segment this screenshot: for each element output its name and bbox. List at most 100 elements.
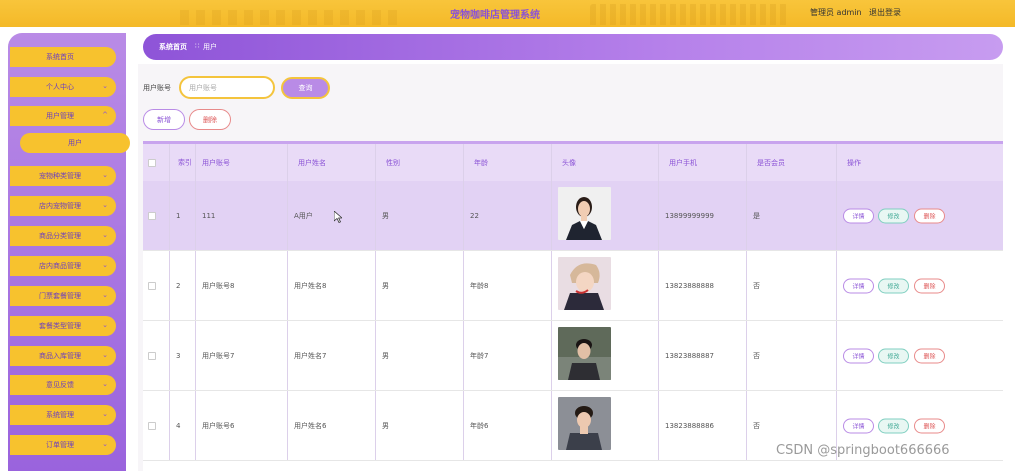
row-checkbox[interactable] <box>148 281 156 290</box>
admin-label: 管理员 admin <box>810 8 862 17</box>
chevron-down-icon: ⌄ <box>102 201 108 209</box>
sidebar-item-user-management[interactable]: 用户管理 ^ <box>10 106 116 126</box>
chevron-down-icon: ⌄ <box>102 231 108 239</box>
cell-actions: 详情 修改 删除 <box>837 181 1003 250</box>
mouse-cursor-icon <box>334 211 342 223</box>
cell-member: 是 <box>747 181 837 250</box>
watermark: CSDN @springboot666666 <box>776 443 950 458</box>
app-title: 宠物咖啡店管理系统 <box>450 10 540 21</box>
breadcrumb-home[interactable]: 系统首页 <box>159 42 187 52</box>
sidebar-item-label: 订单管理 <box>46 441 74 449</box>
chevron-down-icon: ⌄ <box>102 261 108 269</box>
cell-age: 年龄6 <box>464 391 552 460</box>
sidebar-item-label: 个人中心 <box>46 83 74 91</box>
cell-index: 1 <box>170 181 196 250</box>
breadcrumb-current: 用户 <box>203 43 217 51</box>
sidebar-item-label: 套餐类型管理 <box>39 322 81 330</box>
sidebar-item-store-products[interactable]: 店内商品管理 ⌄ <box>10 256 116 276</box>
edit-button[interactable]: 修改 <box>878 278 909 293</box>
select-all-checkbox[interactable] <box>148 158 156 167</box>
sidebar-item-store-pets[interactable]: 店内宠物管理 ⌄ <box>10 196 116 216</box>
logout-link[interactable]: 退出登录 <box>869 7 901 18</box>
sidebar-item-label: 意见反馈 <box>46 381 74 389</box>
header-decoration-right <box>590 4 790 25</box>
search-input[interactable] <box>179 76 275 99</box>
chevron-down-icon: ⌄ <box>102 351 108 359</box>
avatar <box>558 397 611 450</box>
edit-button[interactable]: 修改 <box>878 208 909 223</box>
chevron-down-icon: ⌄ <box>102 380 108 388</box>
cell-account: 用户账号7 <box>196 321 288 390</box>
sidebar-item-label: 系统管理 <box>46 411 74 419</box>
row-checkbox[interactable] <box>148 351 156 360</box>
cell-actions: 详情 修改 删除 <box>837 251 1003 320</box>
cell-phone: 13823888887 <box>659 321 747 390</box>
sidebar-item-stock-in[interactable]: 商品入库管理 ⌄ <box>10 346 116 366</box>
sidebar-item-product-category[interactable]: 商品分类管理 ⌄ <box>10 226 116 246</box>
row-checkbox[interactable] <box>148 421 156 430</box>
chevron-down-icon: ⌄ <box>102 171 108 179</box>
sidebar-item-ticket-package[interactable]: 门票套餐管理 ⌄ <box>10 286 116 306</box>
sidebar-item-profile[interactable]: 个人中心 ⌄ <box>10 77 116 97</box>
edit-button[interactable]: 修改 <box>878 348 909 363</box>
sidebar: 系统首页 个人中心 ⌄ 用户管理 ^ 用户 宠物种类管理 ⌄ 店内宠物管理 ⌄ … <box>8 33 130 471</box>
cell-gender: 男 <box>376 181 464 250</box>
user-table: 索引 用户账号 用户姓名 性别 年龄 头像 用户手机 是否会员 操作 1 111… <box>143 141 1003 471</box>
sidebar-subitem-label: 用户 <box>68 139 82 147</box>
header-avatar: 头像 <box>552 144 659 181</box>
sidebar-item-label: 系统首页 <box>46 53 74 61</box>
sidebar-item-package-type[interactable]: 套餐类型管理 ⌄ <box>10 316 116 336</box>
chevron-down-icon: ⌄ <box>102 291 108 299</box>
table-row[interactable]: 2 用户账号8 用户姓名8 男 年龄8 13823888888 否 详情 修改 … <box>143 251 1003 321</box>
cell-name: 用户姓名6 <box>288 391 376 460</box>
cell-phone: 13823888888 <box>659 251 747 320</box>
sidebar-subitem-user[interactable]: 用户 <box>20 133 130 153</box>
sidebar-item-label: 商品入库管理 <box>39 352 81 360</box>
chevron-up-icon: ^ <box>102 111 108 119</box>
cell-account: 用户账号6 <box>196 391 288 460</box>
chevron-down-icon: ⌄ <box>102 321 108 329</box>
detail-button[interactable]: 详情 <box>843 418 874 433</box>
table-row[interactable]: 3 用户账号7 用户姓名7 男 年龄7 13823888887 否 详情 修改 … <box>143 321 1003 391</box>
cell-age: 22 <box>464 181 552 250</box>
add-button[interactable]: 新增 <box>143 109 185 130</box>
cell-index: 2 <box>170 251 196 320</box>
cell-index: 3 <box>170 321 196 390</box>
sidebar-item-label: 店内宠物管理 <box>39 202 81 210</box>
sidebar-item-home[interactable]: 系统首页 <box>10 47 116 67</box>
cell-gender: 男 <box>376 251 464 320</box>
cell-index: 4 <box>170 391 196 460</box>
edit-button[interactable]: 修改 <box>878 418 909 433</box>
batch-delete-button[interactable]: 删除 <box>189 109 231 130</box>
header-actions: 操作 <box>847 158 861 167</box>
cell-member: 否 <box>747 251 837 320</box>
chevron-down-icon: ⌄ <box>102 82 108 90</box>
delete-button[interactable]: 删除 <box>914 348 945 363</box>
sidebar-item-label: 店内商品管理 <box>39 262 81 270</box>
header-phone: 用户手机 <box>659 144 747 181</box>
sidebar-item-label: 商品分类管理 <box>39 232 81 240</box>
delete-button[interactable]: 删除 <box>914 418 945 433</box>
detail-button[interactable]: 详情 <box>843 208 874 223</box>
breadcrumb: 系统首页 ∷ 用户 <box>143 34 1003 60</box>
row-checkbox[interactable] <box>148 211 156 220</box>
chevron-down-icon: ⌄ <box>102 440 108 448</box>
header-gender: 性别 <box>376 144 464 181</box>
delete-button[interactable]: 删除 <box>914 278 945 293</box>
detail-button[interactable]: 详情 <box>843 348 874 363</box>
search-button[interactable]: 查询 <box>281 77 330 99</box>
cell-phone: 13823888886 <box>659 391 747 460</box>
sidebar-item-system[interactable]: 系统管理 ⌄ <box>10 405 116 425</box>
cell-account: 用户账号8 <box>196 251 288 320</box>
sidebar-item-pet-category[interactable]: 宠物种类管理 ⌄ <box>10 166 116 186</box>
sidebar-item-orders[interactable]: 订单管理 ⌄ <box>10 435 116 455</box>
header-name: 用户姓名 <box>288 144 376 181</box>
sidebar-item-label: 门票套餐管理 <box>39 292 81 300</box>
detail-button[interactable]: 详情 <box>843 278 874 293</box>
table-row[interactable]: 1 111 A用户 男 22 13899999999 是 详情 修改 删除 <box>143 181 1003 251</box>
breadcrumb-separator-icon: ∷ <box>195 42 200 50</box>
delete-button[interactable]: 删除 <box>914 208 945 223</box>
header-index: 索引 <box>170 144 196 181</box>
search-label: 用户账号 <box>143 84 171 92</box>
sidebar-item-feedback[interactable]: 意见反馈 ⌄ <box>10 375 116 395</box>
